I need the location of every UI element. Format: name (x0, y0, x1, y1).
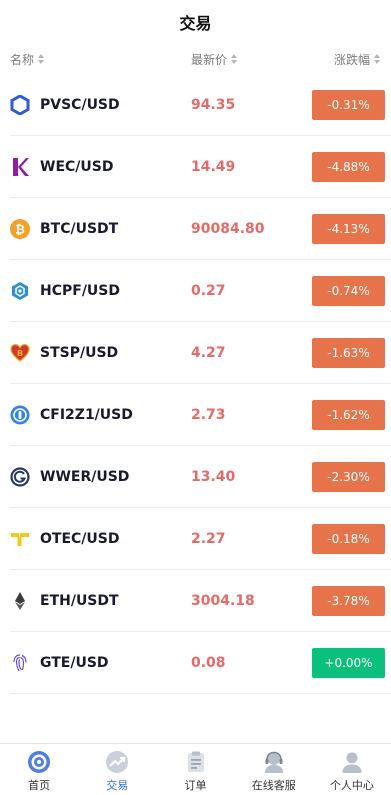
change-badge[interactable]: -3.78% (312, 585, 385, 616)
change-badge[interactable]: -0.31% (312, 89, 385, 120)
pair-name: GTE/USD (40, 654, 109, 671)
change-badge[interactable]: -0.18% (312, 523, 385, 554)
pair-name: WEC/USD (40, 158, 114, 175)
trend-chart-icon (105, 750, 129, 774)
tab-orders-label: 订单 (184, 779, 207, 792)
page-title: 交易 (179, 14, 212, 33)
sort-arrows-icon (231, 54, 238, 64)
bottom-tab-bar: 首页 交易 订单 在线客服 个人中心 (0, 743, 391, 795)
ethereum-icon (10, 591, 30, 611)
g-circle-icon (10, 466, 30, 487)
last-price: 3004.18 (191, 592, 255, 609)
last-price: 0.27 (191, 282, 226, 299)
tab-trade[interactable]: 交易 (78, 744, 156, 795)
k-logo-icon (10, 157, 30, 177)
market-row[interactable]: PVSC/USD 94.35 -0.31% (10, 74, 391, 136)
last-price: 14.49 (191, 158, 236, 175)
trade-screen: 交易 名称 最新价 涨跌幅 PVSC/USD 94.35 -0.31% WEC/… (0, 0, 391, 795)
change-badge[interactable]: -1.63% (312, 337, 385, 368)
tab-trade-label: 交易 (106, 779, 129, 792)
heart-b-icon: B (10, 343, 30, 363)
name-column-label: 名称 (10, 52, 35, 67)
market-row[interactable]: WEC/USD 14.49 -4.88% (10, 136, 391, 198)
svg-text:B: B (17, 349, 23, 358)
last-price: 94.35 (191, 96, 236, 113)
last-price: 4.27 (191, 344, 226, 361)
market-row[interactable]: HCPF/USD 0.27 -0.74% (10, 260, 391, 322)
svg-text:₿: ₿ (15, 222, 25, 236)
pair-name: STSP/USD (40, 344, 119, 361)
price-column-label: 最新价 (191, 52, 228, 67)
last-price: 0.08 (191, 654, 226, 671)
pair-name: CFI2Z1/USD (40, 406, 133, 423)
market-row[interactable]: ETH/USDT 3004.18 -3.78% (10, 570, 391, 632)
sort-by-price[interactable]: 最新价 (191, 51, 334, 68)
tab-home-label: 首页 (28, 779, 51, 792)
tab-service[interactable]: 在线客服 (235, 744, 313, 795)
hex-gear-icon (10, 281, 30, 301)
market-row[interactable]: OTEC/USD 2.27 -0.18% (10, 508, 391, 570)
last-price: 90084.80 (191, 220, 265, 237)
bitcoin-icon: ₿ (10, 218, 30, 239)
headset-agent-icon (262, 750, 286, 774)
change-badge[interactable]: -1.62% (312, 399, 385, 430)
pair-name: PVSC/USD (40, 96, 120, 113)
tab-profile-label: 个人中心 (329, 779, 374, 792)
change-badge[interactable]: -4.13% (312, 213, 385, 244)
tab-service-label: 在线客服 (251, 779, 296, 792)
change-column-label: 涨跌幅 (333, 52, 370, 67)
user-icon (340, 750, 364, 774)
c-coin-icon (10, 405, 30, 425)
home-target-icon (27, 750, 51, 774)
change-badge[interactable]: -0.74% (312, 275, 385, 306)
change-badge[interactable]: +0.00% (312, 647, 385, 678)
last-price: 2.27 (191, 530, 226, 547)
change-badge[interactable]: -4.88% (312, 151, 385, 182)
sort-arrows-icon (374, 54, 381, 64)
tab-orders[interactable]: 订单 (156, 744, 234, 795)
sort-by-change[interactable]: 涨跌幅 (334, 51, 381, 68)
market-row[interactable]: WWER/USD 13.40 -2.30% (10, 446, 391, 508)
pair-name: WWER/USD (40, 468, 130, 485)
clipboard-icon (184, 750, 208, 774)
pair-name: ETH/USDT (40, 592, 119, 609)
last-price: 13.40 (191, 468, 236, 485)
tab-profile[interactable]: 个人中心 (313, 744, 391, 795)
column-header: 名称 最新价 涨跌幅 (0, 44, 391, 74)
t-logo-icon (10, 529, 30, 549)
pair-name: BTC/USDT (40, 220, 119, 237)
sort-arrows-icon (38, 54, 45, 64)
pair-name: OTEC/USD (40, 530, 120, 547)
market-row[interactable]: GTE/USD 0.08 +0.00% (10, 632, 391, 694)
fingerprint-icon (10, 653, 30, 673)
market-list: PVSC/USD 94.35 -0.31% WEC/USD 14.49 -4.8… (0, 74, 391, 694)
last-price: 2.73 (191, 406, 226, 423)
market-row[interactable]: CFI2Z1/USD 2.73 -1.62% (10, 384, 391, 446)
change-badge[interactable]: -2.30% (312, 461, 385, 492)
market-row[interactable]: ₿ BTC/USDT 90084.80 -4.13% (10, 198, 391, 260)
tab-home[interactable]: 首页 (0, 744, 78, 795)
hexagon-icon (10, 94, 30, 115)
sort-by-name[interactable]: 名称 (10, 51, 191, 68)
pair-name: HCPF/USD (40, 282, 121, 299)
market-row[interactable]: B STSP/USD 4.27 -1.63% (10, 322, 391, 384)
